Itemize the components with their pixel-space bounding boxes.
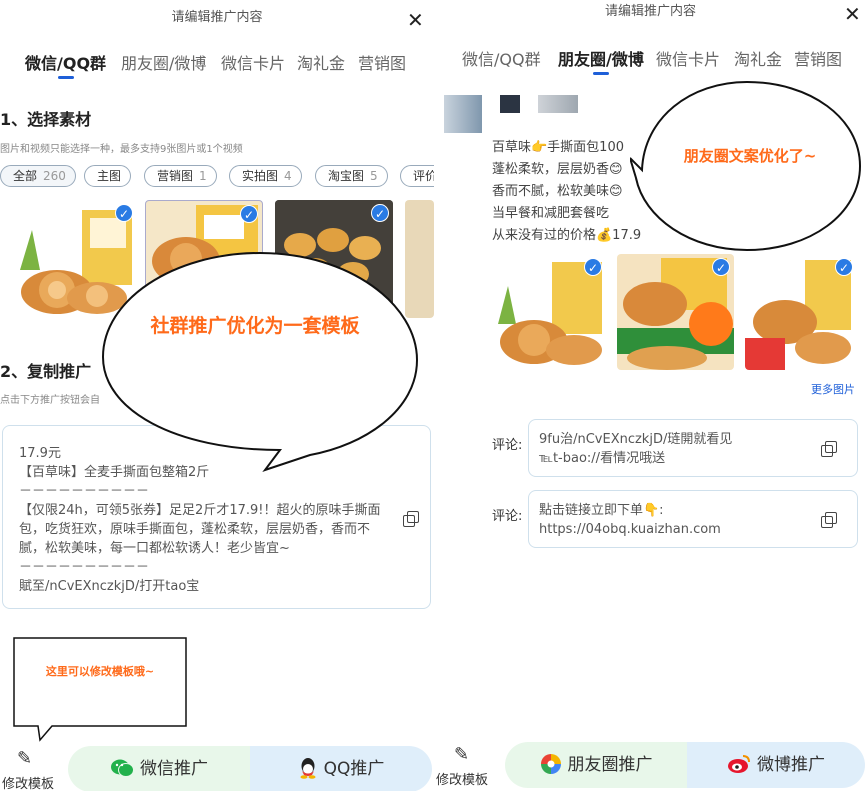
template-description: 【仅限24h，可领5张券】足足2斤才17.9!！超火的原味手撕面包，吃货狂欢，原… <box>19 503 381 556</box>
chip-review[interactable]: 评价 <box>400 165 434 187</box>
moment-copy-text: 百草味👉手撕面包100 蓬松柔软，层层奶香😊 香而不腻，松软美味😊 当早餐和减肥… <box>492 140 642 243</box>
copy-icon[interactable] <box>821 441 837 457</box>
template-link: 賦至/nCvEXnczkjD/打开tao宝 <box>19 579 200 594</box>
template-divider: －－－－－－－－－－ <box>19 484 150 499</box>
copy-icon[interactable] <box>403 511 419 527</box>
close-icon[interactable]: ✕ <box>844 4 861 24</box>
chip-taobao-image[interactable]: 淘宝图 5 <box>315 165 388 187</box>
weibo-icon <box>727 746 751 773</box>
edit-pencil-icon[interactable]: ✎ <box>17 748 32 769</box>
wechat-icon <box>110 750 134 777</box>
comment-text-line: 點击链接立即下单👇: <box>539 503 664 518</box>
check-icon: ✓ <box>115 204 133 222</box>
tab-moments-weibo[interactable]: 朋友圈/微博 <box>121 50 206 74</box>
tab-bar: 微信/QQ群 朋友圈/微博 微信卡片 淘礼金 营销图 <box>0 50 434 80</box>
comment-card[interactable]: 9fu治/nCvEXnczkjD/琏開就看见 ℡t-bao://看情况哦送 <box>528 419 858 477</box>
comment-text-line: ℡t-bao://看情况哦送 <box>539 451 666 466</box>
tab-wechat-qq[interactable]: 微信/QQ群 <box>462 46 541 70</box>
chip-marketing-image[interactable]: 营销图 1 <box>144 165 217 187</box>
moments-icon <box>540 747 562 774</box>
tab-marketing-image[interactable]: 营销图 <box>358 50 406 74</box>
close-icon[interactable]: ✕ <box>407 10 424 30</box>
left-panel: 请编辑推广内容 ✕ 微信/QQ群 朋友圈/微博 微信卡片 淘礼金 营销图 1、选… <box>0 0 434 791</box>
template-divider: －－－－－－－－－－ <box>19 560 150 575</box>
bubble-callout-text: 朋友圈文案优化了~ <box>683 147 817 165</box>
avatar <box>444 95 482 133</box>
tab-taolijin[interactable]: 淘礼金 <box>734 46 782 70</box>
material-hint: 图片和视频只能选择一种，最多支持9张图片或1个视频 <box>0 144 243 155</box>
check-icon: ✓ <box>584 258 602 276</box>
edit-template-label[interactable]: 修改模板 <box>436 769 488 788</box>
moment-thumb-3[interactable]: ✓ <box>745 254 857 370</box>
check-icon: ✓ <box>371 204 389 222</box>
moment-thumb-2[interactable]: ✓ <box>617 254 734 370</box>
speech-bubble <box>101 251 419 472</box>
avatar <box>500 95 520 113</box>
chip-real-photo[interactable]: 实拍图 4 <box>229 165 302 187</box>
note-callout <box>13 637 187 742</box>
comment-text-line: https://04obq.kuaizhan.com <box>539 522 721 537</box>
chip-all[interactable]: 全部 260 <box>0 165 76 187</box>
edit-pencil-icon[interactable]: ✎ <box>454 744 469 765</box>
header-title: 请编辑推广内容 <box>604 4 696 19</box>
copy-promo-hint: 点击下方推广按钮会自 <box>0 395 100 406</box>
moments-promo-button[interactable]: 朋友圈推广 <box>505 742 687 788</box>
tab-wechat-qq[interactable]: 微信/QQ群 <box>25 50 106 79</box>
tab-wechat-card[interactable]: 微信卡片 <box>656 46 720 70</box>
comment-label: 评论: <box>492 438 523 453</box>
more-images-link[interactable]: 更多图片 <box>811 381 855 397</box>
copy-icon[interactable] <box>821 512 837 528</box>
tab-marketing-image[interactable]: 营销图 <box>794 46 842 70</box>
header-title: 请编辑推广内容 <box>171 10 263 25</box>
comment-label: 评论: <box>492 509 523 524</box>
weibo-promo-button[interactable]: 微博推广 <box>687 742 865 788</box>
speech-bubble <box>630 80 862 252</box>
comment-card[interactable]: 點击链接立即下单👇: https://04obq.kuaizhan.com <box>528 490 858 548</box>
wechat-promo-button[interactable]: 微信推广 <box>68 746 250 791</box>
edit-template-label[interactable]: 修改模板 <box>2 773 54 791</box>
tab-taolijin[interactable]: 淘礼金 <box>297 50 345 74</box>
tab-bar: 微信/QQ群 朋友圈/微博 微信卡片 淘礼金 营销图 <box>434 46 867 76</box>
section-select-material: 1、选择素材 <box>0 110 92 129</box>
check-icon: ✓ <box>712 258 730 276</box>
moment-thumb-1[interactable]: ✓ <box>492 254 606 370</box>
section-copy-promo: 2、复制推广 <box>0 362 92 381</box>
bubble-callout-text: 社群推广优化为一套模板 <box>150 315 360 337</box>
check-icon: ✓ <box>240 205 258 223</box>
qq-promo-button[interactable]: QQ推广 <box>250 746 432 791</box>
avatar <box>538 95 578 113</box>
chip-main-image[interactable]: 主图 <box>84 165 132 187</box>
tab-moments-weibo[interactable]: 朋友圈/微博 <box>558 46 644 75</box>
qq-icon <box>298 751 318 779</box>
check-icon: ✓ <box>835 258 853 276</box>
tab-wechat-card[interactable]: 微信卡片 <box>221 50 285 74</box>
note-callout-text: 这里可以修改模板哦~ <box>45 665 155 678</box>
comment-text-line: 9fu治/nCvEXnczkjD/琏開就看见 <box>539 432 733 447</box>
